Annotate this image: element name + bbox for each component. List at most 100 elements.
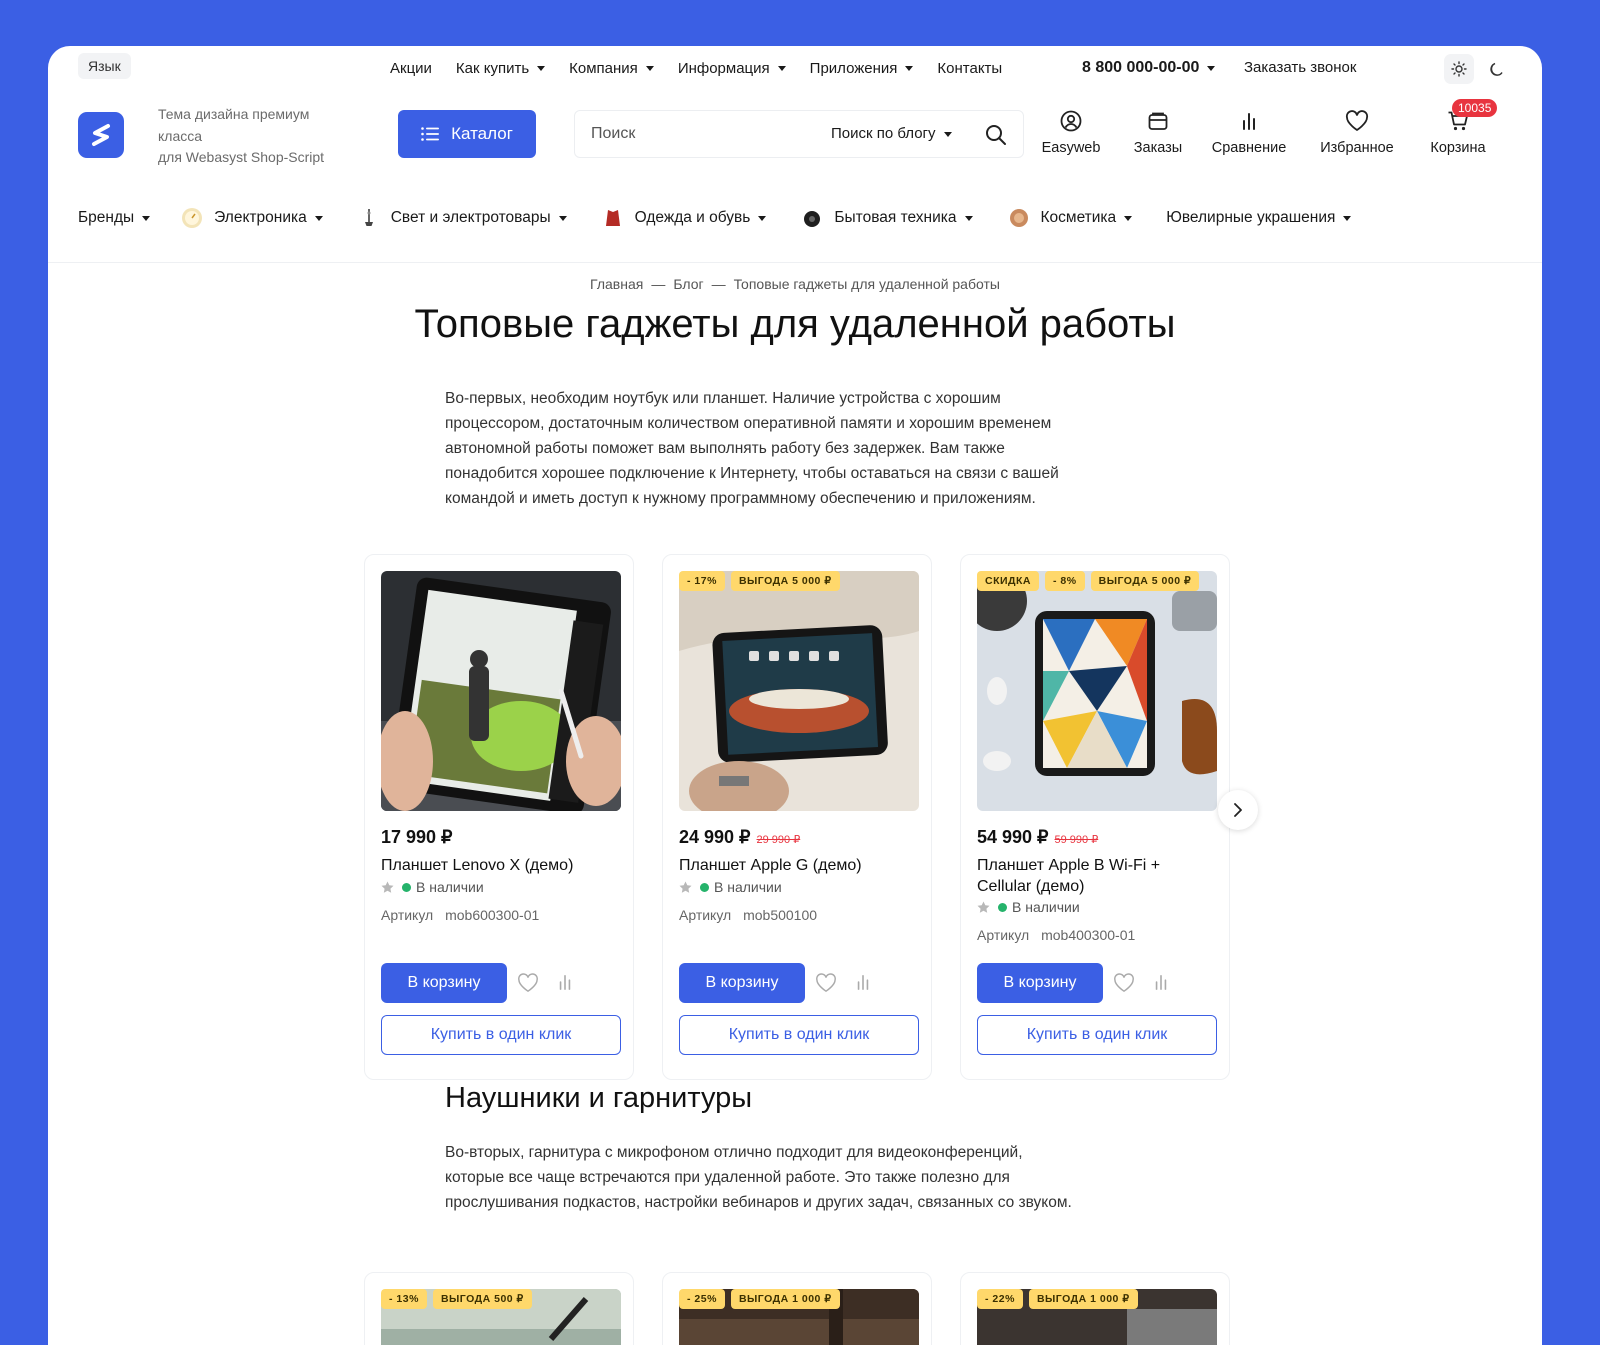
breadcrumb-home[interactable]: Главная	[590, 276, 643, 292]
buy-one-click-button[interactable]: Купить в один клик	[679, 1015, 919, 1055]
category-appliances[interactable]: Бытовая техника	[800, 206, 973, 230]
badge-row: - 13% ВЫГОДА 500 ₽	[381, 1289, 538, 1309]
callback-link[interactable]: Заказать звонок	[1244, 46, 1356, 90]
carousel-next-button[interactable]	[1218, 790, 1258, 830]
add-to-cart-button[interactable]: В корзину	[679, 963, 805, 1003]
discount-badge: - 25%	[679, 1289, 725, 1309]
savings-badge: ВЫГОДА 1 000 ₽	[1028, 1289, 1138, 1309]
heart-icon[interactable]	[517, 973, 539, 993]
search-icon[interactable]	[985, 124, 1007, 146]
tagline-line: класса	[158, 127, 203, 144]
category-jewelry[interactable]: Ювелирные украшения	[1166, 209, 1352, 227]
add-to-cart-button[interactable]: В корзину	[381, 963, 507, 1003]
text-line: командой и иметь доступ к нужному програ…	[445, 490, 1036, 507]
topnav-company[interactable]: Компания	[569, 60, 654, 77]
catalog-button[interactable]: Каталог	[398, 110, 536, 158]
product-image[interactable]	[381, 571, 621, 811]
caret-down-icon	[905, 66, 914, 72]
product-sku: Артикул mob500100	[679, 907, 817, 923]
savings-badge: ВЫГОДА 5 000 ₽	[730, 571, 840, 591]
category-label: Свет и электротовары	[390, 209, 551, 226]
compare-bars-icon[interactable]	[557, 973, 573, 991]
heart-icon	[1345, 110, 1369, 131]
text-line: понадобится хорошее подключение к Интерн…	[445, 465, 1059, 482]
moon-icon	[1490, 62, 1503, 76]
caret-down-icon	[758, 215, 767, 221]
buy-one-click-button[interactable]: Купить в один клик	[381, 1015, 621, 1055]
discount-badge: - 13%	[381, 1289, 427, 1309]
language-switcher[interactable]: Язык	[78, 53, 131, 79]
watch-icon	[182, 208, 203, 228]
discount-badge: - 22%	[977, 1289, 1023, 1309]
compare-bars-icon[interactable]	[855, 973, 871, 991]
cart-label: Корзина	[1430, 140, 1486, 156]
cart-link[interactable]: 10035 Корзина	[1424, 99, 1498, 156]
topnav-label: Компания	[569, 59, 638, 77]
in-stock-dot	[700, 882, 709, 892]
category-clothing[interactable]: Одежда и обувь	[601, 206, 767, 230]
category-brands[interactable]: Бренды	[78, 209, 151, 227]
search-scope-select[interactable]: Поиск по блогу	[831, 111, 952, 157]
product-image[interactable]	[977, 571, 1217, 811]
site-logo[interactable]	[78, 112, 124, 158]
phone-text: 8 800 000-00-00	[1082, 59, 1200, 76]
product-card[interactable]: - 17% ВЫГОДА 5 000 ₽ 24 990 ₽ 29 990 ₽ П…	[662, 554, 932, 1080]
category-cosmetics[interactable]: Косметика	[1007, 206, 1133, 230]
orders-link[interactable]: Заказы	[1128, 108, 1188, 156]
favorites-label: Избранное	[1320, 140, 1394, 156]
product-name[interactable]: Планшет Lenovo X (демо)	[381, 855, 611, 876]
product-image[interactable]	[679, 571, 919, 811]
dark-theme-button[interactable]	[1482, 54, 1512, 84]
category-lighting[interactable]: Свет и электротовары	[357, 206, 567, 230]
topnav-label: Контакты	[937, 59, 1003, 77]
stock-status: В наличии	[977, 899, 1080, 915]
caret-down-icon	[964, 215, 973, 221]
add-to-cart-button[interactable]: В корзину	[977, 963, 1103, 1003]
topnav-how-to-buy[interactable]: Как купить	[455, 59, 546, 77]
discount-badge: - 17%	[679, 571, 725, 591]
tablet-photo	[679, 571, 919, 811]
product-name[interactable]: Планшет Apple G (демо)	[679, 855, 909, 876]
topnav-label: Как купить	[455, 59, 530, 77]
text-line: автономной работы поможет вам выполнять …	[445, 440, 1005, 457]
price-row: 54 990 ₽ 59 990 ₽	[977, 827, 1098, 848]
phone-number[interactable]: 8 800 000-00-00	[1082, 46, 1216, 90]
lamp-icon	[364, 209, 373, 226]
compare-bars-icon[interactable]	[1153, 973, 1169, 991]
breadcrumb-separator: —	[711, 276, 726, 292]
favorites-link[interactable]: Избранное	[1312, 108, 1402, 156]
tablet-photo	[381, 571, 621, 811]
product-card[interactable]: - 22% ВЫГОДА 1 000 ₽	[960, 1272, 1230, 1345]
topnav-apps[interactable]: Приложения	[810, 60, 914, 77]
product-price: 54 990 ₽	[977, 827, 1049, 847]
category-electronics[interactable]: Электроника	[180, 206, 323, 230]
account-link[interactable]: Easyweb	[1041, 108, 1101, 156]
logo-icon	[92, 124, 110, 146]
topnav-contacts[interactable]: Контакты	[937, 60, 1002, 77]
product-name[interactable]: Планшет Apple B Wi-Fi + Cellular (демо)	[977, 855, 1207, 897]
product-card[interactable]: СКИДКА - 8% ВЫГОДА 5 000 ₽ 54 990 ₽ 59 9…	[960, 554, 1230, 1080]
in-stock-dot	[402, 882, 411, 892]
light-theme-button[interactable]	[1444, 54, 1474, 84]
user-icon	[1060, 110, 1082, 132]
orders-label: Заказы	[1133, 140, 1183, 156]
star-icon	[679, 881, 692, 893]
savings-badge: ВЫГОДА 1 000 ₽	[730, 1289, 840, 1309]
topnav-information[interactable]: Информация	[678, 60, 786, 77]
product-card[interactable]: 17 990 ₽ Планшет Lenovo X (демо) В налич…	[364, 554, 634, 1080]
sku-label: Артикул	[679, 907, 732, 923]
shirt-icon	[605, 210, 620, 226]
topnav-promotions[interactable]: Акции	[390, 60, 432, 77]
compare-link[interactable]: Сравнение	[1208, 108, 1290, 156]
product-card[interactable]: - 13% ВЫГОДА 500 ₽	[364, 1272, 634, 1345]
product-card[interactable]: - 25% ВЫГОДА 1 000 ₽	[662, 1272, 932, 1345]
discount-badge: - 8%	[1045, 571, 1085, 591]
topnav-label: Акции	[390, 59, 432, 77]
breadcrumb-blog[interactable]: Блог	[673, 276, 703, 292]
search-input[interactable]	[591, 111, 791, 157]
heart-icon[interactable]	[1113, 973, 1135, 993]
stock-text: В наличии	[714, 879, 782, 895]
heart-icon[interactable]	[815, 973, 837, 993]
browser-window: Язык Акции Как купить Компания Информаци…	[48, 46, 1542, 1345]
buy-one-click-button[interactable]: Купить в один клик	[977, 1015, 1217, 1055]
